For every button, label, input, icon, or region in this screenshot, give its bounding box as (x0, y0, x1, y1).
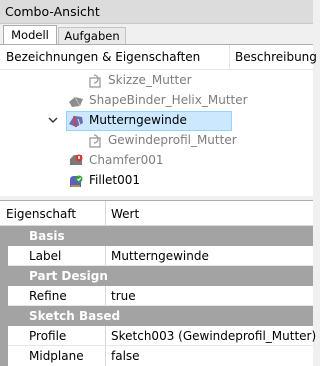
column-header-description[interactable]: Beschreibung (235, 50, 317, 64)
tree-item-mutterngewinde[interactable]: Mutterngewinde (0, 111, 313, 131)
shapebinder-icon (69, 96, 83, 107)
group-label: Sketch Based (29, 309, 121, 323)
column-divider[interactable] (105, 201, 106, 225)
model-tree: Bezeichnungen & Eigenschaften Beschreibu… (0, 44, 317, 196)
tree-item-label: Gewindeprofil_Mutter (108, 133, 237, 147)
tree-item-label: Fillet001 (89, 173, 141, 187)
row-gutter (0, 286, 8, 306)
tree-item-label: ShapeBinder_Helix_Mutter (89, 93, 248, 107)
property-key: Midplane (29, 349, 84, 363)
tab-tasks[interactable]: Aufgaben (58, 27, 126, 44)
groove-icon (69, 115, 83, 128)
sketch-icon (89, 134, 101, 148)
group-basis[interactable]: Basis (0, 226, 313, 246)
tree-item-shapebinder-helix-mutter[interactable]: ShapeBinder_Helix_Mutter (0, 91, 313, 111)
tab-bar: Modell Aufgaben (0, 25, 313, 44)
property-row-profile[interactable]: Profile Sketch003 (Gewindeprofil_Mutter) (0, 326, 316, 346)
property-row-refine[interactable]: Refine true (0, 286, 313, 306)
chamfer-icon (70, 154, 83, 165)
property-header: Eigenschaft Wert (0, 201, 313, 226)
property-key: Label (29, 249, 62, 263)
row-gutter (0, 246, 8, 266)
column-divider (105, 286, 106, 306)
property-row-midplane[interactable]: Midplane false (0, 346, 313, 366)
tree-header: Bezeichnungen & Eigenschaften Beschreibu… (0, 45, 317, 70)
property-key: Profile (29, 329, 67, 343)
property-value[interactable]: Mutterngewinde (111, 249, 209, 263)
column-divider[interactable] (229, 45, 230, 69)
column-header-property[interactable]: Eigenschaft (6, 207, 76, 221)
tree-item-fillet001[interactable]: Fillet001 (0, 171, 313, 191)
group-part-design[interactable]: Part Design (0, 266, 313, 286)
tree-item-label: Skizze_Mutter (108, 73, 192, 87)
tree-item-label: Chamfer001 (89, 153, 164, 167)
tab-model[interactable]: Modell (3, 25, 57, 44)
column-header-labels[interactable]: Bezeichnungen & Eigenschaften (6, 50, 200, 64)
property-value[interactable]: false (111, 349, 140, 363)
chevron-down-icon[interactable] (47, 114, 59, 126)
property-key: Refine (29, 289, 67, 303)
group-sketch-based[interactable]: Sketch Based (0, 306, 313, 326)
property-value[interactable]: Sketch003 (Gewindeprofil_Mutter) (111, 329, 316, 343)
property-value[interactable]: true (111, 289, 136, 303)
tree-item-skizze-mutter[interactable]: Skizze_Mutter (0, 71, 313, 91)
tree-item-label: Mutterngewinde (89, 113, 187, 127)
row-gutter (0, 326, 8, 346)
group-label: Part Design (29, 269, 108, 283)
column-divider (105, 346, 106, 366)
tree-item-chamfer001[interactable]: Chamfer001 (0, 151, 313, 171)
sketch-icon (89, 74, 101, 88)
property-view: Eigenschaft Wert Basis Label Mutterngewi… (0, 200, 316, 366)
group-label: Basis (29, 229, 65, 243)
column-divider (105, 326, 106, 346)
column-header-value[interactable]: Wert (111, 207, 139, 221)
property-row-label[interactable]: Label Mutterngewinde (0, 246, 313, 266)
fillet-icon (70, 175, 83, 187)
combo-view-title: Combo-Ansicht (0, 0, 313, 24)
column-divider (105, 246, 106, 266)
row-gutter (0, 346, 8, 366)
tree-item-gewindeprofil-mutter[interactable]: Gewindeprofil_Mutter (0, 131, 313, 151)
